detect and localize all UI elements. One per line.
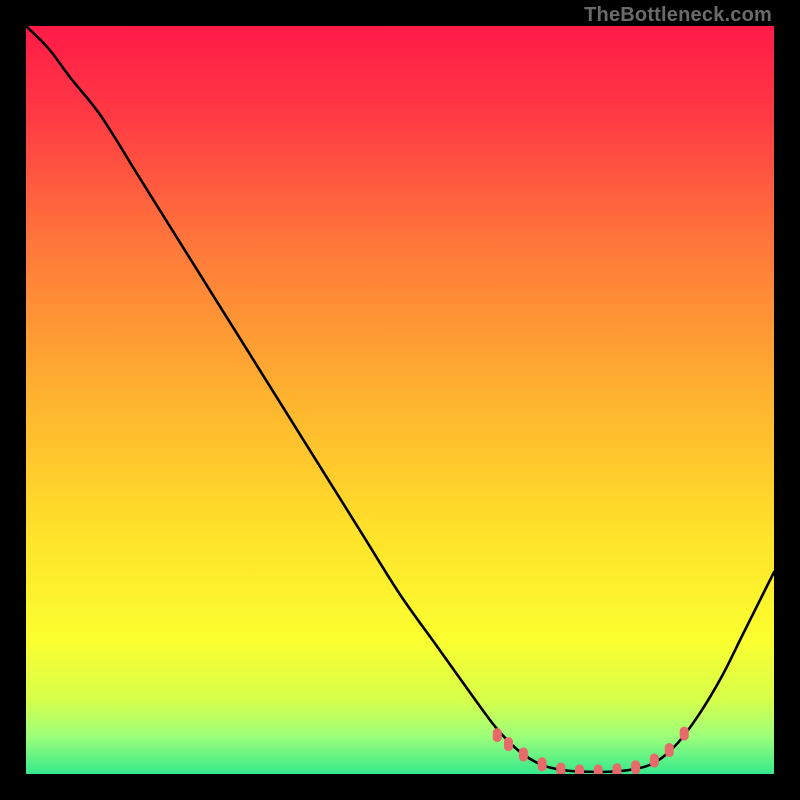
marker-point bbox=[650, 754, 659, 768]
attribution-text: TheBottleneck.com bbox=[584, 4, 772, 27]
chart-frame: TheBottleneck.com bbox=[0, 0, 800, 800]
marker-point bbox=[538, 757, 547, 771]
marker-point bbox=[631, 760, 640, 774]
marker-point bbox=[594, 764, 603, 774]
marker-point bbox=[575, 764, 584, 774]
marker-point bbox=[493, 728, 502, 742]
marker-point bbox=[612, 763, 621, 774]
bottleneck-curve bbox=[26, 26, 774, 774]
marker-point bbox=[504, 737, 513, 751]
marker-point bbox=[680, 727, 689, 741]
marker-point bbox=[665, 743, 674, 757]
plot-area bbox=[26, 26, 774, 774]
marker-point bbox=[519, 748, 528, 762]
marker-point bbox=[556, 763, 565, 774]
